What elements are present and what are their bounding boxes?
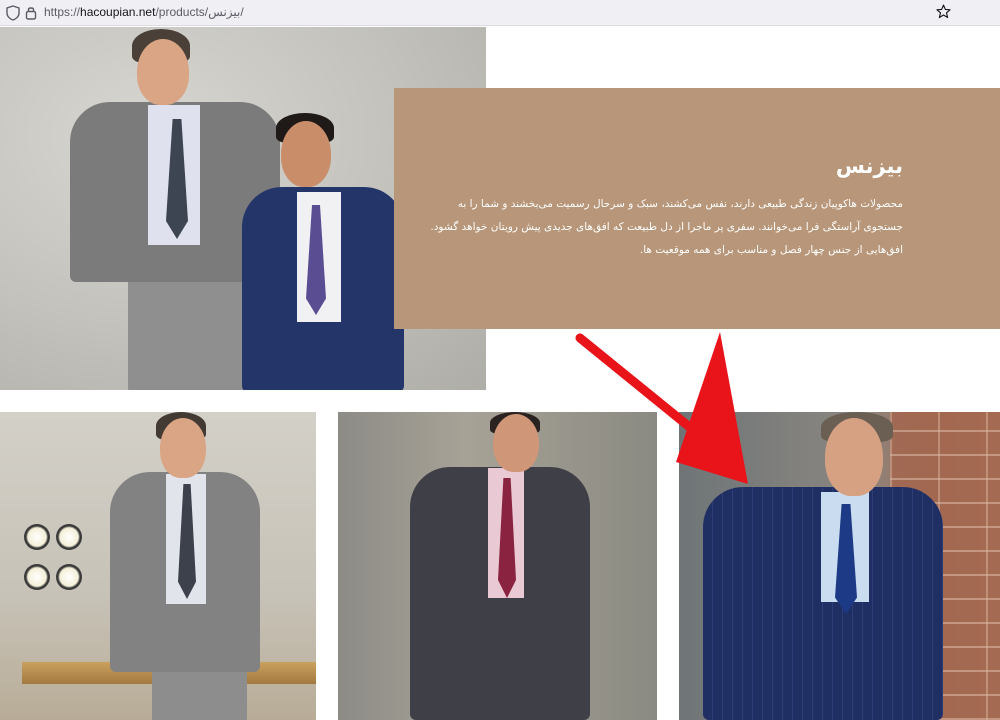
studio-lamp	[24, 564, 50, 590]
product-photo-grey-suit[interactable]	[0, 412, 316, 720]
category-description: محصولات هاکوپیان زندگی طبیعی دارند، نفس …	[430, 193, 903, 262]
category-title: بیزنس	[835, 154, 903, 178]
url-host: hacoupian.net	[80, 5, 156, 19]
category-info-panel: بیزنس محصولات هاکوپیان زندگی طبیعی دارند…	[394, 88, 1000, 329]
shield-icon[interactable]	[6, 5, 20, 21]
red-arrow-icon	[575, 332, 748, 484]
lock-icon[interactable]	[25, 5, 37, 20]
studio-lamp	[56, 524, 82, 550]
studio-lamp	[24, 524, 50, 550]
description-line: افق‌هایی از جنس چهار فصل و مناسب برای هم…	[639, 244, 903, 256]
description-line: محصولات هاکوپیان زندگی طبیعی دارند، نفس …	[457, 198, 903, 210]
studio-lamp	[56, 564, 82, 590]
url-prefix: https://	[44, 5, 81, 19]
description-line: جستجوی آراستگی فرا می‌خوانند. سفری پر ما…	[430, 221, 903, 233]
url-text[interactable]: https://hacoupian.net/products/بیزنس/	[44, 5, 244, 19]
url-path: /products/بیزنس/	[155, 5, 244, 19]
star-icon[interactable]	[936, 4, 951, 19]
browser-address-bar[interactable]: https://hacoupian.net/products/بیزنس/	[0, 0, 1000, 26]
